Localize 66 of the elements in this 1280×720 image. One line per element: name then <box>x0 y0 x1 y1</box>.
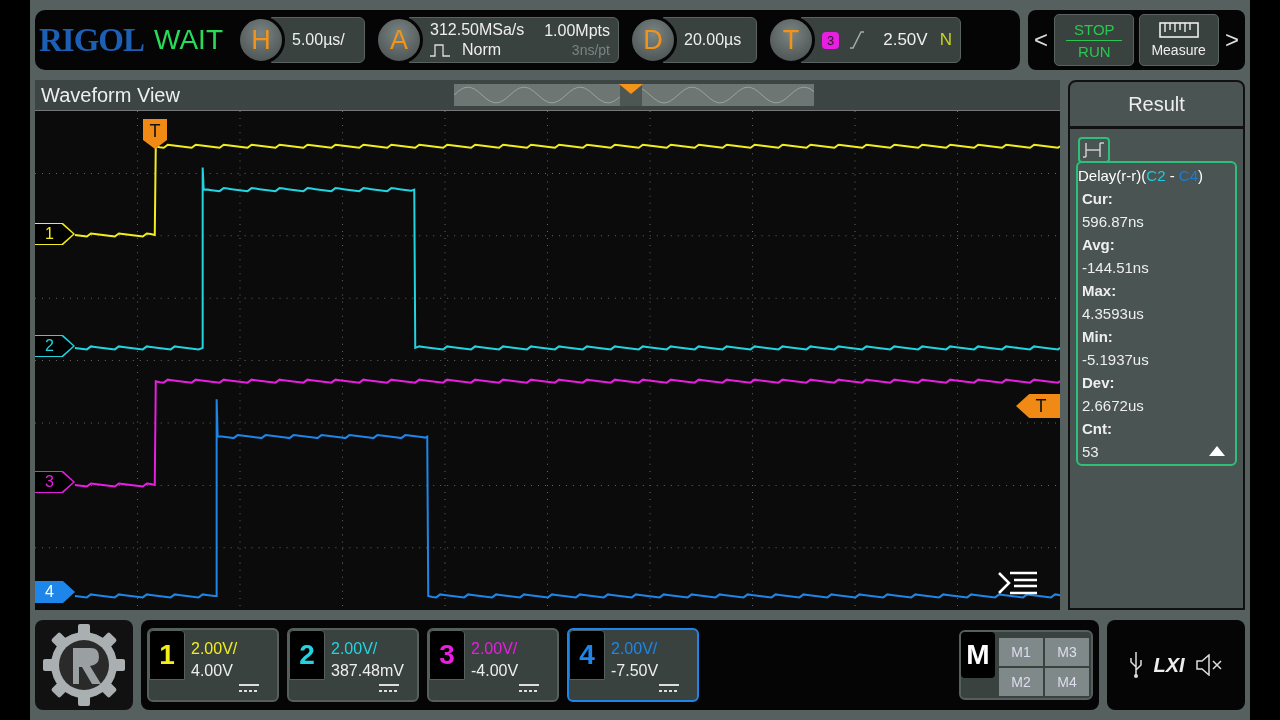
trigger-level: 2.50V <box>883 30 928 50</box>
stat-value: 596.87ns <box>1082 213 1144 230</box>
usb-icon <box>1129 651 1144 679</box>
timebase-scale: 5.00µs/ <box>292 31 345 49</box>
channel-marker[interactable]: 2 <box>35 335 75 357</box>
stat-value: -144.51ns <box>1082 259 1149 276</box>
measurement-name: Delay(r-r)(C2 - C4) <box>1078 167 1205 184</box>
channel-number: 1 <box>149 630 185 680</box>
channel-number: 2 <box>289 630 325 680</box>
dc-coupling-icon <box>379 684 399 693</box>
trigger-time-marker[interactable]: T <box>143 119 167 149</box>
lxi-logo: LXI <box>1153 653 1185 677</box>
delay-value: 20.00µs <box>684 31 742 49</box>
speaker-muted-icon[interactable] <box>1194 654 1223 676</box>
brand-logo: RIGOL <box>39 21 145 59</box>
channel-scale: 2.00V/ <box>191 640 238 658</box>
resolution: 3ns/pt <box>571 42 610 58</box>
channel-scale: 2.00V/ <box>471 640 518 658</box>
channel-tile[interactable]: 2 2.00V/ 387.48mV <box>287 628 419 702</box>
channel-offset: -4.00V <box>471 662 519 680</box>
channel-marker[interactable]: 4 <box>35 581 75 603</box>
stat-label: Min: <box>1082 328 1114 345</box>
channel-offset: 4.00V <box>191 662 233 680</box>
stat-label: Cnt: <box>1082 420 1113 437</box>
acquisition-status: WAIT <box>154 24 223 56</box>
panel-title: Result <box>1128 92 1185 116</box>
panel-title: Waveform View <box>41 83 180 107</box>
channel-offset: 387.48mV <box>331 662 404 680</box>
acquire-mode: Norm <box>462 41 502 59</box>
measure-button[interactable]: Measure <box>1138 14 1219 66</box>
stat-label: Cur: <box>1082 190 1114 207</box>
expand-menu-icon[interactable] <box>998 570 1038 596</box>
trigger-source-badge: 3 <box>822 31 840 49</box>
channel-tile[interactable]: 1 2.00V/ 4.00V <box>147 628 279 702</box>
trigger-level-marker[interactable]: T <box>1016 394 1060 418</box>
stat-label: Avg: <box>1082 236 1116 253</box>
stat-value: 53 <box>1082 443 1099 460</box>
channel-offset: -7.50V <box>611 662 659 680</box>
gear-logo-icon <box>41 622 127 708</box>
stat-label: Dev: <box>1082 374 1116 391</box>
rising-edge-icon <box>849 31 866 49</box>
dc-coupling-icon <box>659 684 679 693</box>
run-stop-button[interactable]: STOP RUN <box>1054 14 1135 66</box>
channel-marker[interactable]: 1 <box>35 223 75 245</box>
channel-scale: 2.00V/ <box>611 640 658 658</box>
stat-value: -5.1937us <box>1082 351 1149 368</box>
dc-coupling-icon <box>239 684 259 693</box>
stat-value: 4.3593us <box>1082 305 1144 322</box>
channel-number: 4 <box>569 630 605 680</box>
sample-rate: 312.50MSa/s <box>430 21 525 39</box>
stat-label: Max: <box>1082 282 1118 299</box>
stat-value: 2.6672us <box>1082 397 1144 414</box>
channel-marker[interactable]: 3 <box>35 471 75 493</box>
channel-scale: 2.00V/ <box>331 640 378 658</box>
channel-tile[interactable]: 4 2.00V/ -7.50V <box>567 628 699 702</box>
ruler-icon <box>1158 22 1199 40</box>
trigger-sweep-mode: N <box>939 30 952 50</box>
logo-tile[interactable] <box>35 620 133 710</box>
collapse-up-icon[interactable] <box>1209 446 1225 456</box>
memory-depth: 1.00Mpts <box>544 22 610 40</box>
channel-tile[interactable]: 3 2.00V/ -4.00V <box>427 628 559 702</box>
previous-button[interactable]: < <box>1032 26 1050 54</box>
math-key[interactable]: M <box>961 632 995 678</box>
next-button[interactable]: > <box>1222 26 1241 54</box>
dc-coupling-icon <box>519 684 539 693</box>
channel-number: 3 <box>429 630 465 680</box>
